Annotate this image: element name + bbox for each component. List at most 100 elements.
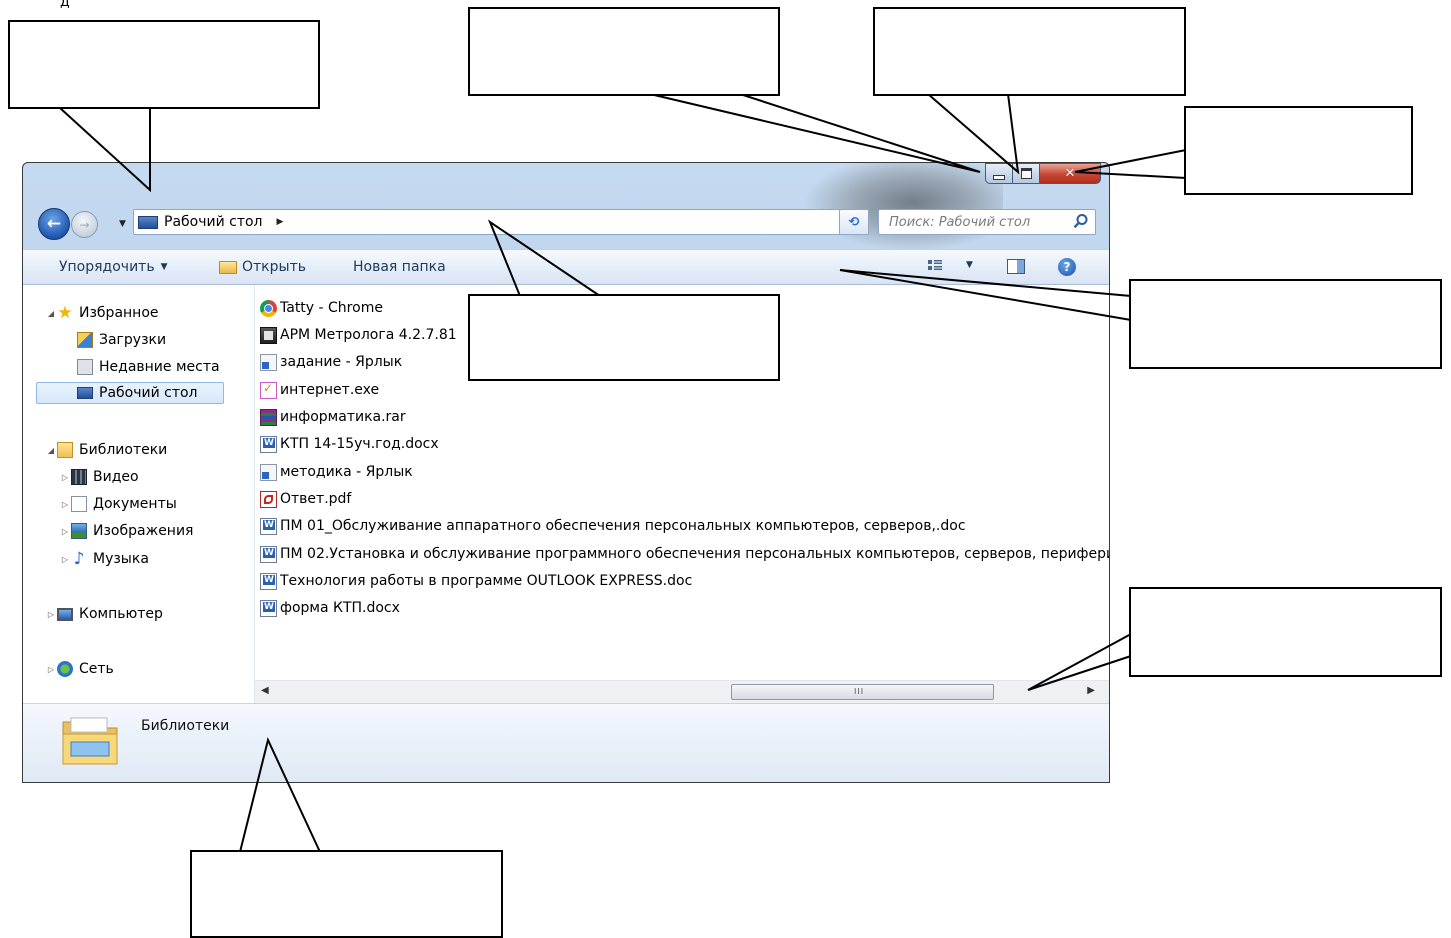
libraries-folder-icon — [62, 717, 118, 765]
change-view-icon[interactable] — [928, 260, 942, 274]
nav-favorites[interactable]: ◢ ★ Избранное — [45, 302, 159, 324]
word-document-icon — [260, 599, 277, 617]
nav-libraries[interactable]: ◢ Библиотеки — [45, 439, 167, 461]
downloads-icon — [77, 332, 93, 348]
file-item[interactable]: интернет.exe — [260, 379, 379, 401]
file-item[interactable]: ПМ 01_Обслуживание аппаратного обеспечен… — [260, 515, 966, 537]
nav-label: Рабочий стол — [99, 385, 198, 401]
help-icon[interactable]: ? — [1058, 258, 1076, 276]
video-icon — [71, 469, 87, 485]
nav-label: Недавние места — [99, 359, 220, 375]
recent-pages-dropdown[interactable]: ▼ — [119, 219, 126, 229]
callout-box-details — [190, 850, 503, 938]
command-bar: Упорядочить ▼ Открыть Новая папка ▼ ? — [23, 249, 1109, 285]
nav-downloads[interactable]: Загрузки — [77, 329, 166, 351]
callout-box-scrollbar — [1129, 587, 1442, 677]
file-name: интернет.exe — [280, 382, 380, 398]
favorites-star-icon: ★ — [57, 303, 73, 323]
word-document-icon — [260, 545, 277, 563]
file-item[interactable]: информатика.rar — [260, 406, 406, 428]
nav-network[interactable]: ▷ Сеть — [45, 658, 114, 680]
scroll-right-icon[interactable]: ▶ — [1087, 685, 1095, 696]
collapsed-triangle-icon[interactable]: ▷ — [45, 610, 57, 619]
maximize-button[interactable] — [1013, 163, 1040, 184]
file-item[interactable]: АРМ Метролога 4.2.7.81 — [260, 324, 457, 346]
horizontal-scrollbar[interactable]: ◀ III ▶ — [255, 680, 1109, 703]
arrow-left-icon: ← — [46, 214, 62, 234]
file-item[interactable]: Ответ.pdf — [260, 488, 351, 510]
refresh-button[interactable]: ⟲ — [839, 209, 869, 235]
organize-label: Упорядочить — [59, 259, 155, 275]
nav-music[interactable]: ▷ ♪ Музыка — [59, 548, 149, 570]
file-item[interactable]: методика - Ярлык — [260, 461, 413, 483]
nav-label: Компьютер — [79, 606, 163, 622]
file-item[interactable]: Tatty - Chrome — [260, 297, 383, 319]
arrow-right-icon: → — [79, 217, 90, 232]
address-bar[interactable]: Рабочий стол ▶ ▼ — [133, 209, 865, 235]
nav-label: Видео — [93, 469, 139, 485]
collapsed-triangle-icon[interactable]: ▷ — [59, 473, 71, 482]
forward-button[interactable]: → — [71, 211, 98, 238]
breadcrumb-desktop[interactable]: Рабочий стол — [164, 214, 263, 230]
view-options-dropdown-icon[interactable]: ▼ — [966, 260, 973, 270]
nav-images[interactable]: ▷ Изображения — [59, 520, 193, 542]
new-folder-button[interactable]: Новая папка — [353, 259, 446, 275]
file-item[interactable]: КТП 14-15уч.год.docx — [260, 433, 439, 455]
expanded-triangle-icon[interactable]: ◢ — [45, 446, 57, 455]
app-shortcut-icon — [260, 326, 277, 344]
new-folder-label: Новая папка — [353, 259, 446, 275]
file-name: Ответ.pdf — [280, 491, 352, 507]
close-button[interactable]: ✕ — [1040, 163, 1101, 184]
nav-documents[interactable]: ▷ Документы — [59, 493, 177, 515]
refresh-icon: ⟲ — [848, 214, 860, 230]
open-button[interactable]: Открыть — [219, 259, 306, 275]
nav-desktop[interactable]: Рабочий стол — [36, 382, 224, 404]
caption-buttons: ✕ — [985, 163, 1101, 185]
file-item[interactable]: задание - Ярлык — [260, 351, 402, 373]
desktop-icon — [138, 215, 158, 229]
word-document-icon — [260, 435, 277, 453]
recent-places-icon — [77, 359, 93, 375]
nav-computer[interactable]: ▷ Компьютер — [45, 603, 163, 625]
libraries-icon — [57, 442, 73, 458]
breadcrumb-chevron-icon[interactable]: ▶ — [277, 217, 284, 227]
network-icon — [57, 661, 73, 677]
scroll-left-icon[interactable]: ◀ — [261, 685, 269, 696]
preview-pane-icon[interactable] — [1007, 259, 1025, 274]
search-icon[interactable] — [1073, 213, 1089, 229]
file-item[interactable]: Технология работы в программе OUTLOOK EX… — [260, 570, 692, 592]
file-item[interactable]: ПМ 02.Установка и обслуживание программн… — [260, 543, 1109, 565]
file-name: Tatty - Chrome — [280, 300, 383, 316]
minimize-button[interactable] — [985, 163, 1013, 184]
expanded-triangle-icon[interactable]: ◢ — [45, 309, 57, 318]
shortcut-icon — [260, 353, 277, 371]
title-bar-decoration — [803, 163, 1003, 251]
corner-text: д — [60, 0, 70, 10]
collapsed-triangle-icon[interactable]: ▷ — [59, 555, 71, 564]
word-document-icon — [260, 572, 277, 590]
callout-box-title — [8, 20, 320, 109]
callout-box-toolbar — [1129, 279, 1442, 369]
file-name: методика - Ярлык — [280, 464, 413, 480]
collapsed-triangle-icon[interactable]: ▷ — [59, 500, 71, 509]
scrollbar-thumb[interactable]: III — [731, 684, 994, 700]
file-name: задание - Ярлык — [280, 354, 403, 370]
minimize-icon — [993, 174, 1005, 180]
file-name: информатика.rar — [280, 409, 406, 425]
callout-box-minimize — [468, 7, 780, 96]
nav-label: Изображения — [93, 523, 194, 539]
collapsed-triangle-icon[interactable]: ▷ — [59, 527, 71, 536]
file-name: форма КТП.docx — [280, 600, 400, 616]
callout-box-address — [468, 294, 780, 381]
nav-video[interactable]: ▷ Видео — [59, 466, 139, 488]
search-box — [878, 209, 1096, 235]
organize-button[interactable]: Упорядочить ▼ — [59, 259, 168, 275]
back-button[interactable]: ← — [38, 208, 70, 240]
collapsed-triangle-icon[interactable]: ▷ — [45, 665, 57, 674]
file-item[interactable]: форма КТП.docx — [260, 597, 400, 619]
open-label: Открыть — [242, 259, 306, 275]
search-input[interactable] — [887, 213, 1071, 231]
nav-recent[interactable]: Недавние места — [77, 356, 220, 378]
details-title: Библиотеки — [141, 718, 230, 734]
callout-pointer-maximize — [927, 93, 1020, 175]
